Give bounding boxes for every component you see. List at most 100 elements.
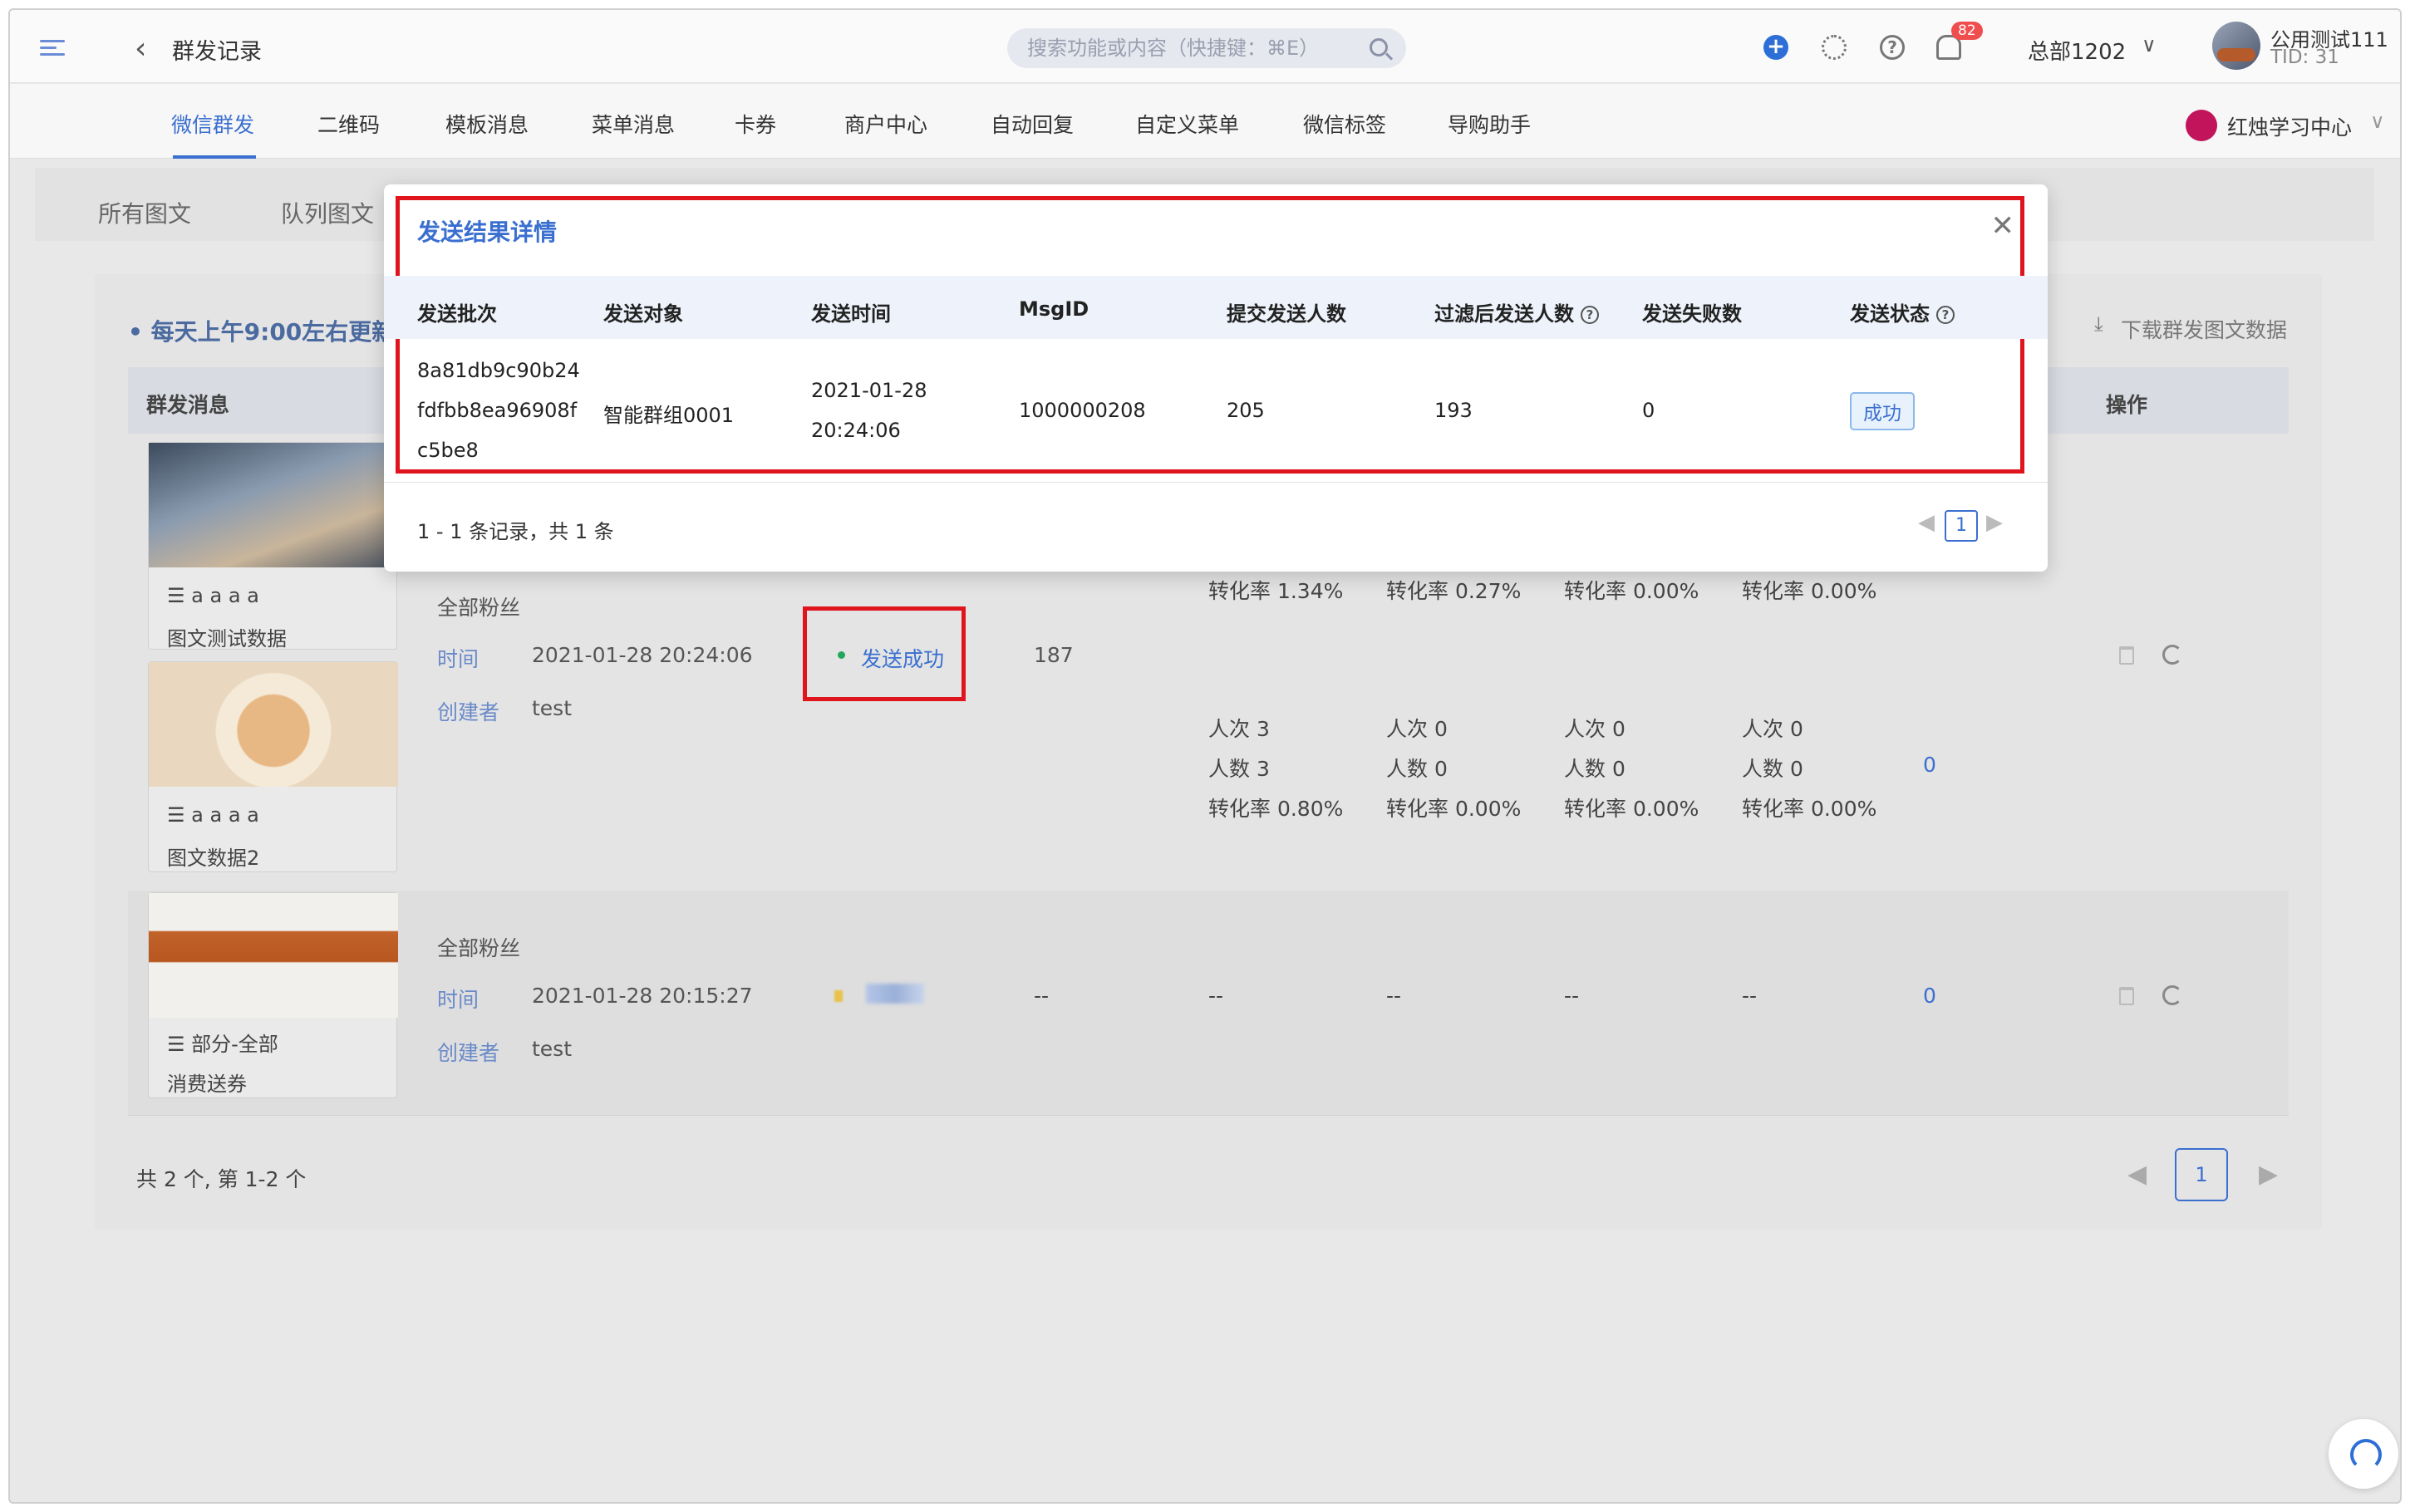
- column-header-actions: 操作: [2106, 393, 2148, 417]
- add-icon[interactable]: +: [1763, 35, 1788, 60]
- metric: 转化率 0.00%: [1742, 579, 1877, 603]
- download-icon[interactable]: ⤓: [2094, 312, 2103, 336]
- article-thumb-card[interactable]: ☰ a a a a 图文数据2: [148, 661, 398, 872]
- metric: 转化率 0.00%: [1742, 797, 1877, 821]
- hamburger-menu-icon[interactable]: [40, 40, 65, 56]
- tab-all-articles[interactable]: 所有图文: [98, 196, 191, 229]
- refresh-icon[interactable]: [2162, 985, 2182, 1005]
- notification-badge: 82: [1951, 22, 1983, 40]
- brand-logo: [2186, 110, 2217, 141]
- metric: --: [1742, 984, 1758, 1008]
- send-result-modal: 发送结果详情 ✕ 发送批次 发送对象 发送时间 MsgID 提交发送人数 过滤后…: [384, 184, 2048, 572]
- creator-value: test: [532, 1037, 573, 1061]
- top-bar: ‹ 群发记录 + ? 82 总部1202 ∨ 公用测试111 TID: 31: [10, 10, 2400, 83]
- metric: 人次 3: [1208, 717, 1270, 741]
- nav-item-shopping-guide[interactable]: 导购助手: [1448, 109, 1531, 139]
- avatar[interactable]: [2212, 22, 2260, 70]
- pager-next-icon[interactable]: ▶: [1986, 510, 2003, 535]
- chevron-down-icon[interactable]: ∨: [2142, 33, 2157, 56]
- metric: 转化率 0.80%: [1208, 797, 1344, 821]
- nav-item-custom-menu[interactable]: 自定义菜单: [1135, 109, 1239, 139]
- metric: 转化率 0.27%: [1386, 579, 1522, 603]
- article-title: 图文数据2: [167, 847, 260, 870]
- nav-item-coupons[interactable]: 卡券: [735, 109, 776, 139]
- time-label: 时间: [437, 988, 480, 1012]
- pager-page-button[interactable]: 1: [2175, 1148, 2228, 1201]
- metric-link[interactable]: 0: [1923, 753, 1936, 777]
- audience-text: 全部粉丝: [437, 936, 521, 960]
- pager-prev-icon[interactable]: ◀: [1918, 510, 1935, 535]
- help-icon[interactable]: ?: [1936, 306, 1955, 324]
- brand-selector[interactable]: 红烛学习中心: [2227, 111, 2352, 141]
- headset-support-icon[interactable]: [2329, 1419, 2398, 1489]
- modal-table-header: 发送批次 发送对象 发送时间 MsgID 提交发送人数 过滤后发送人数? 发送失…: [384, 276, 2048, 339]
- column-header-failed: 发送失败数: [1642, 302, 1742, 326]
- article-line: ☰ a a a a: [167, 803, 259, 827]
- modal-pager-page-button[interactable]: 1: [1945, 510, 1978, 542]
- filtered-count: 193: [1434, 399, 1473, 422]
- trash-icon[interactable]: [2119, 987, 2134, 1005]
- tab-queue-articles[interactable]: 队列图文: [281, 196, 374, 229]
- pager-next-icon[interactable]: ▶: [2259, 1160, 2278, 1189]
- nav-item-auto-reply[interactable]: 自动回复: [991, 109, 1074, 139]
- divider: [384, 482, 2048, 483]
- column-header-message: 群发消息: [146, 393, 230, 417]
- batch-id-part: 8a81db9c90b24: [417, 359, 580, 382]
- help-icon[interactable]: ?: [1581, 306, 1599, 324]
- redacted-status: [866, 984, 924, 1004]
- main-nav: 微信群发 二维码 模板消息 菜单消息 卡券 商户中心 自动回复 自定义菜单 微信…: [10, 84, 2400, 159]
- nav-item-qrcode[interactable]: 二维码: [317, 109, 380, 139]
- gear-icon[interactable]: [1822, 35, 1847, 60]
- refresh-icon[interactable]: [2162, 645, 2182, 665]
- back-arrow-icon[interactable]: ‹: [135, 32, 146, 66]
- article-image: [149, 443, 398, 567]
- column-header-status-label: 发送状态: [1850, 302, 1930, 326]
- metric: 转化率 0.00%: [1564, 797, 1699, 821]
- nav-item-wechat-tags[interactable]: 微信标签: [1303, 109, 1386, 139]
- search-icon[interactable]: [1370, 38, 1388, 56]
- org-selector[interactable]: 总部1202: [2028, 35, 2126, 66]
- nav-item-template-message[interactable]: 模板消息: [445, 109, 529, 139]
- user-tid: TID: 31: [2270, 47, 2339, 68]
- trash-icon[interactable]: [2119, 646, 2134, 665]
- send-date: 2021-01-28: [811, 379, 927, 402]
- time-value: 2021-01-28 20:24:06: [532, 643, 753, 667]
- msgid-value: 1000000208: [1019, 399, 1146, 422]
- status-badge: 成功: [1850, 392, 1915, 430]
- update-notice: • 每天上午9:00左右更新: [128, 318, 396, 346]
- article-thumb-card[interactable]: ☰ a a a a 图文测试数据: [148, 442, 398, 650]
- metric: 人数 0: [1386, 757, 1448, 781]
- help-icon[interactable]: ?: [1880, 35, 1905, 60]
- metric: 转化率 1.34%: [1208, 579, 1344, 603]
- app-window: ‹ 群发记录 + ? 82 总部1202 ∨ 公用测试111 TID: 31 微…: [8, 8, 2402, 1504]
- modal-pager-info: 1 - 1 条记录，共 1 条: [417, 520, 614, 543]
- send-clock: 20:24:06: [811, 419, 901, 442]
- creator-value: test: [532, 696, 573, 720]
- send-status-link[interactable]: 发送成功: [861, 643, 944, 673]
- nav-item-wechat-broadcast[interactable]: 微信群发: [171, 109, 254, 139]
- download-data-link[interactable]: 下载群发图文数据: [2121, 314, 2287, 344]
- search-box[interactable]: [1007, 28, 1406, 68]
- chevron-down-icon[interactable]: ∨: [2370, 110, 2385, 133]
- column-header-msgid: MsgID: [1019, 297, 1089, 321]
- submitted-count: 205: [1227, 399, 1265, 422]
- time-value: 2021-01-28 20:15:27: [532, 984, 753, 1008]
- metric-link[interactable]: 0: [1923, 984, 1936, 1008]
- creator-label: 创建者: [437, 1041, 500, 1065]
- creator-label: 创建者: [437, 700, 500, 724]
- article-image: [149, 893, 398, 1018]
- nav-item-merchant-center[interactable]: 商户中心: [844, 109, 927, 139]
- search-input[interactable]: [1027, 35, 1343, 61]
- metric: 转化率 0.00%: [1564, 579, 1699, 603]
- nav-item-menu-message[interactable]: 菜单消息: [592, 109, 675, 139]
- article-thumb-card[interactable]: ☰ 部分-全部 消费送券: [148, 892, 398, 1098]
- article-image: [149, 662, 398, 787]
- close-icon[interactable]: ✕: [1991, 209, 2015, 243]
- batch-id-part: fdfbb8ea96908f: [417, 399, 578, 422]
- column-header-filtered-label: 过滤后发送人数: [1434, 302, 1574, 326]
- audience-text: 全部粉丝: [437, 596, 521, 620]
- column-header-batch: 发送批次: [417, 302, 497, 326]
- status-dot: [834, 990, 843, 1002]
- pager-info: 共 2 个, 第 1-2 个: [136, 1167, 307, 1191]
- pager-prev-icon[interactable]: ◀: [2127, 1160, 2147, 1189]
